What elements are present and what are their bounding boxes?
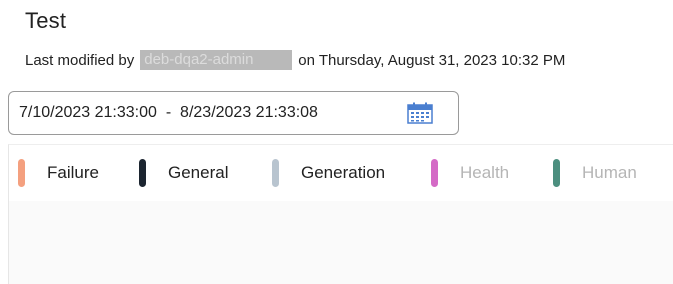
chart-legend: Failure General Generation Health Human [8,144,673,201]
legend-swatch-generation [272,159,279,187]
modified-user: deb-dqa2-admin [144,51,254,68]
legend-swatch-health [431,159,438,187]
legend-item-failure[interactable]: Failure [18,158,99,188]
legend-swatch-human [553,159,560,187]
calendar-icon[interactable] [407,102,433,124]
date-range-field[interactable]: 7/10/2023 21:33:00 - 8/23/2023 21:33:08 [8,91,459,135]
date-range-end: 8/23/2023 21:33:08 [180,104,318,121]
legend-swatch-failure [18,159,25,187]
legend-label-health: Health [460,163,510,182]
legend-swatch-general [139,159,146,187]
legend-label-general: General [168,163,229,182]
legend-label-human: Human [582,163,637,182]
modified-suffix: on Thursday, August 31, 2023 10:32 PM [298,51,566,69]
last-modified-line: Last modified by deb-dqa2-admin on Thurs… [25,50,565,70]
page-title: Test [25,8,67,33]
legend-item-health[interactable]: Health [431,158,509,188]
modified-prefix: Last modified by [25,51,135,69]
legend-item-human[interactable]: Human [553,158,637,188]
legend-label-failure: Failure [47,163,99,182]
legend-item-generation[interactable]: Generation [272,158,385,188]
legend-item-general[interactable]: General [139,158,228,188]
redacted-username: deb-dqa2-admin [140,50,293,70]
date-range-text: 7/10/2023 21:33:00 - 8/23/2023 21:33:08 [19,104,318,122]
legend-label-generation: Generation [301,163,386,182]
date-range-start: 7/10/2023 21:33:00 [19,104,157,121]
